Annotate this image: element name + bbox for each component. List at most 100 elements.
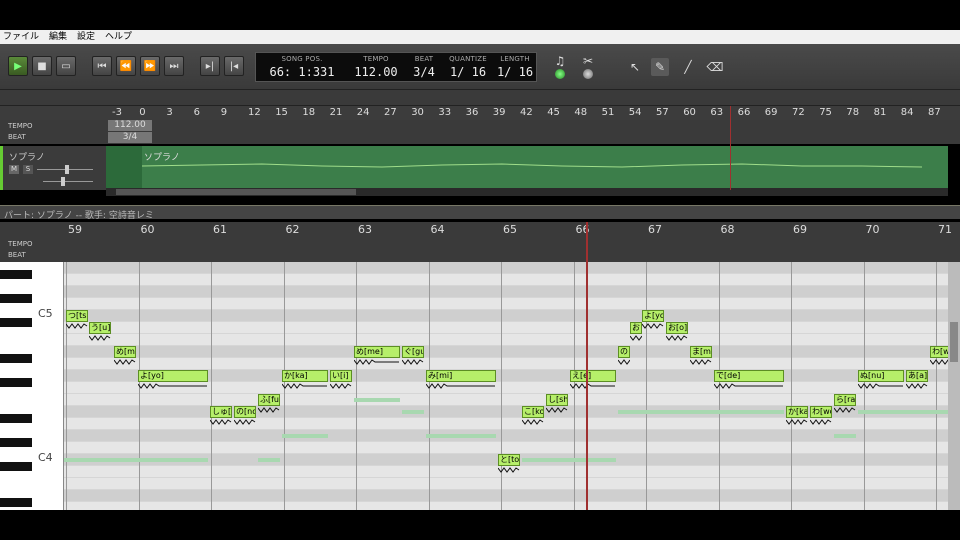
pitch-lane[interactable] (64, 442, 948, 454)
pitch-lane[interactable] (64, 286, 948, 298)
note[interactable]: こ[ko] (522, 406, 544, 418)
piano-roll-grid[interactable]: つ[tsu]う[u]め[me]よ[yo]しゅ[shu]の[no]ふ[fu]か[k… (64, 262, 948, 510)
part-playhead[interactable] (586, 222, 588, 510)
pitch-lane[interactable] (64, 502, 948, 510)
ghost-note (618, 410, 784, 414)
black-key[interactable] (0, 414, 32, 423)
note[interactable]: で[de] (714, 370, 784, 382)
note[interactable]: み[mi] (426, 370, 496, 382)
quantize-select[interactable]: QUANTIZE 1/ 16 (446, 53, 490, 83)
tempo-display[interactable]: TEMPO 112.00 (348, 53, 404, 83)
black-key[interactable] (0, 438, 32, 447)
pencil-tool[interactable]: ✎ (651, 58, 669, 76)
piano-roll-vertical-scrollbar[interactable] (948, 262, 960, 510)
note[interactable]: しゅ[shu] (210, 406, 232, 418)
stop-button[interactable]: ■ (32, 56, 52, 76)
part-ruler[interactable]: 59 60 61 62 63 64 65 66 67 68 69 70 71 (0, 222, 960, 240)
note[interactable]: か[ka] (786, 406, 808, 418)
pitch-lane[interactable] (64, 394, 948, 406)
note[interactable]: お[o] (666, 322, 688, 334)
note[interactable]: よ[yo] (642, 310, 664, 322)
pitch-lane[interactable] (64, 490, 948, 502)
select-tool[interactable]: ↖ (626, 58, 644, 76)
length-select[interactable]: LENGTH 1/ 16 (494, 53, 536, 83)
note[interactable]: ふ[fu] (258, 394, 280, 406)
play-button[interactable]: ▶ (8, 56, 28, 76)
note[interactable]: ら[ra] (834, 394, 856, 406)
punch-out-button[interactable]: |◂ (224, 56, 244, 76)
black-key[interactable] (0, 354, 32, 363)
loop-button[interactable]: ▭ (56, 56, 76, 76)
goto-start-button[interactable]: ⏮ (92, 56, 112, 76)
song-position[interactable]: SONG POS. 66: 1:331 (264, 53, 340, 83)
vertical-scroll-thumb[interactable] (950, 322, 958, 362)
black-key[interactable] (0, 498, 32, 507)
pitch-lane[interactable] (64, 310, 948, 322)
note[interactable]: わ[wo] (810, 406, 832, 418)
note[interactable]: つ[tsu] (66, 310, 88, 322)
line-tool[interactable]: ╱ (679, 58, 697, 76)
pan-handle[interactable] (61, 177, 65, 186)
note[interactable]: か[ka] (282, 370, 328, 382)
song-playhead[interactable] (730, 106, 731, 190)
eraser-tool[interactable]: ⌫ (706, 58, 724, 76)
pitch-curve (89, 335, 111, 341)
tempo-marker[interactable]: 112.00 (108, 120, 152, 131)
goto-end-button[interactable]: ⏭ (164, 56, 184, 76)
note[interactable]: ぬ[nu] (858, 370, 904, 382)
black-key[interactable] (0, 462, 32, 471)
pitch-lane[interactable] (64, 358, 948, 370)
beat-marker[interactable]: 3/4 (108, 132, 152, 143)
track-part[interactable]: ソプラノ (142, 146, 948, 188)
note[interactable]: め[me] (354, 346, 400, 358)
piano-keyboard[interactable]: C5 C4 (0, 262, 64, 510)
black-key[interactable] (0, 294, 32, 303)
note[interactable]: え[e] (570, 370, 616, 382)
menubar: ファイル 編集 設定 ヘルプ (0, 30, 960, 44)
pitch-lane[interactable] (64, 262, 948, 274)
black-key[interactable] (0, 270, 32, 279)
note[interactable]: お (630, 322, 642, 334)
punch-in-button[interactable]: ▸| (200, 56, 220, 76)
menu-help[interactable]: ヘルプ (105, 30, 132, 44)
fast-forward-button[interactable]: ⏩ (140, 56, 160, 76)
pitch-lane[interactable] (64, 346, 948, 358)
black-key[interactable] (0, 378, 32, 387)
mute-button[interactable]: M (9, 165, 19, 174)
track-header[interactable]: ソプラノ M S (0, 146, 106, 190)
black-key[interactable] (0, 318, 32, 327)
note[interactable]: よ[yo] (138, 370, 208, 382)
note[interactable]: あ[a] (906, 370, 928, 382)
note[interactable]: し[shi] (546, 394, 568, 406)
note[interactable]: と[to] (498, 454, 520, 466)
note[interactable]: ま[ma] (690, 346, 712, 358)
track-scroll-thumb[interactable] (116, 189, 356, 195)
rewind-icon: ⏪ (119, 60, 133, 72)
note[interactable]: め[me] (114, 346, 136, 358)
menu-settings[interactable]: 設定 (77, 30, 95, 44)
note[interactable]: い[i] (330, 370, 352, 382)
menu-file[interactable]: ファイル (3, 30, 39, 44)
note[interactable]: の (618, 346, 630, 358)
pitch-lane[interactable] (64, 322, 948, 334)
pitch-lane[interactable] (64, 430, 948, 442)
auto-scroll-toggle[interactable]: ✂ (579, 52, 597, 70)
pitch-lane[interactable] (64, 334, 948, 346)
song-ruler-mark: 66 (737, 107, 751, 118)
pitch-lane[interactable] (64, 274, 948, 286)
beat-display[interactable]: BEAT 3/4 (406, 53, 442, 83)
pan-slider[interactable] (43, 181, 93, 182)
metronome-toggle[interactable]: ♫ (551, 52, 569, 70)
song-ruler[interactable]: -3 0 3 6 9 12 15 18 21 24 27 30 33 36 39 42 45 48 51 54 57 60… (0, 106, 960, 120)
volume-handle[interactable] (65, 165, 69, 174)
menu-edit[interactable]: 編集 (49, 30, 67, 44)
solo-button[interactable]: S (23, 165, 33, 174)
pitch-lane[interactable] (64, 298, 948, 310)
pitch-lane[interactable] (64, 478, 948, 490)
track-horizontal-scrollbar[interactable] (106, 188, 948, 196)
note[interactable]: の[no] (234, 406, 256, 418)
note[interactable]: ぐ[gu] (402, 346, 424, 358)
note[interactable]: わ[wa] (930, 346, 948, 358)
rewind-button[interactable]: ⏪ (116, 56, 136, 76)
note[interactable]: う[u] (89, 322, 111, 334)
